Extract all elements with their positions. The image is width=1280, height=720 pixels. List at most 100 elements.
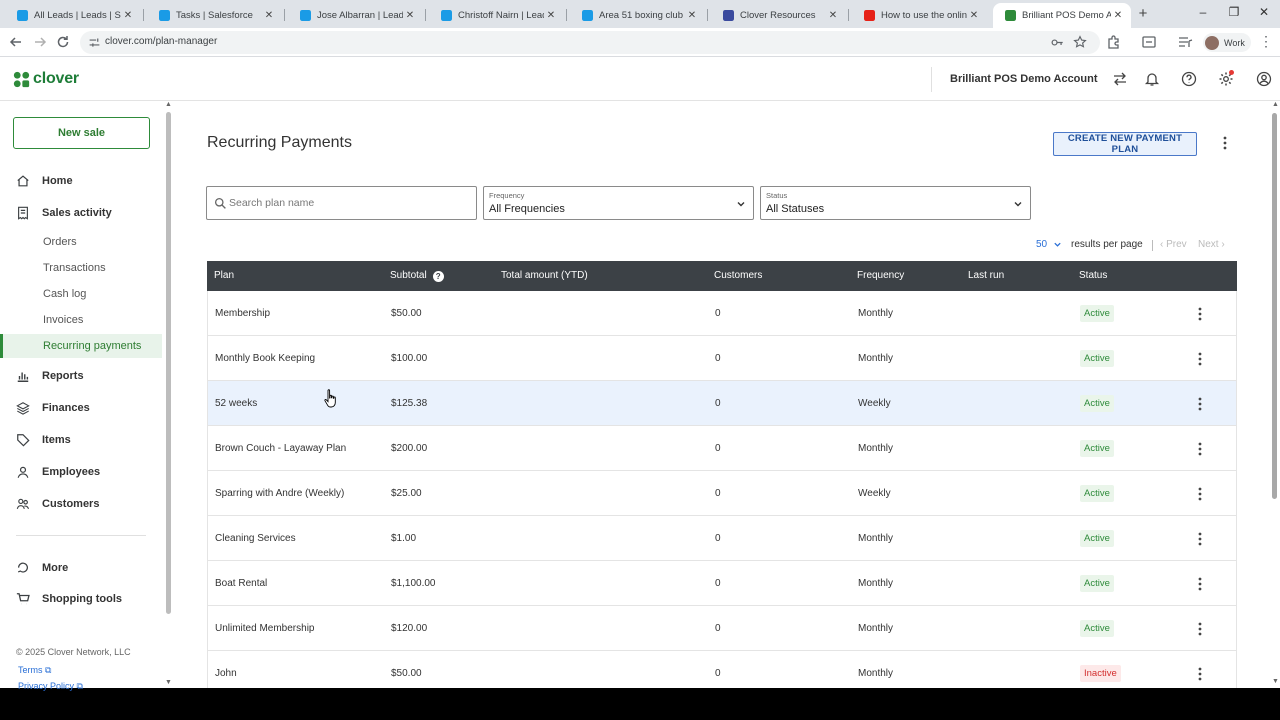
- table-row[interactable]: Membership $50.00 0 Monthly Active: [207, 291, 1237, 336]
- profile-chip[interactable]: Work: [1203, 33, 1251, 52]
- tab-close-icon[interactable]: ✕: [1111, 10, 1125, 21]
- tab-close-icon[interactable]: ✕: [121, 10, 135, 21]
- browser-tab[interactable]: Clover Resources ✕: [711, 3, 846, 28]
- bell-icon[interactable]: [1144, 71, 1160, 87]
- column-header-plan[interactable]: Plan: [214, 270, 234, 281]
- sidebar-item-reports[interactable]: Reports: [0, 364, 162, 388]
- new-sale-button[interactable]: New sale: [13, 117, 150, 149]
- sidebar-item-transactions[interactable]: Transactions: [0, 256, 162, 280]
- table-row[interactable]: Cleaning Services $1.00 0 Monthly Active: [207, 516, 1237, 561]
- table-row[interactable]: Sparring with Andre (Weekly) $25.00 0 Weekl…: [207, 471, 1237, 516]
- sidebar-item-orders[interactable]: Orders: [0, 230, 162, 254]
- status-select[interactable]: Status All Statuses: [760, 186, 1031, 220]
- frequency-select[interactable]: Frequency All Frequencies: [483, 186, 754, 220]
- chevron-down-icon[interactable]: [1053, 240, 1062, 249]
- sidebar-item-sales-activity[interactable]: Sales activity: [0, 201, 162, 225]
- sidebar-item-employees[interactable]: Employees: [0, 460, 162, 484]
- tab-close-icon[interactable]: ✕: [262, 10, 276, 21]
- scroll-up-arrow-icon[interactable]: ▲: [1272, 101, 1279, 108]
- main-scroll-thumb[interactable]: [1272, 113, 1277, 499]
- table-row[interactable]: Unlimited Membership $120.00 0 Monthly Activ…: [207, 606, 1237, 651]
- user-account-icon[interactable]: [1256, 71, 1272, 87]
- row-more-options-icon[interactable]: [1194, 351, 1206, 367]
- sidebar-item-more[interactable]: More: [0, 556, 162, 580]
- row-more-options-icon[interactable]: [1194, 396, 1206, 412]
- browser-tab[interactable]: How to use the online payments✕: [852, 3, 987, 28]
- tab-close-icon[interactable]: ✕: [403, 10, 417, 21]
- browser-tab[interactable]: Brilliant POS Demo Account✕: [993, 3, 1131, 28]
- table-row[interactable]: Boat Rental $1,100.00 0 Monthly Active: [207, 561, 1237, 606]
- address-bar[interactable]: clover.com/plan-manager: [80, 31, 1100, 54]
- per-page-select[interactable]: 50: [1036, 239, 1047, 250]
- account-name[interactable]: Brilliant POS Demo Account: [950, 73, 1098, 85]
- sidebar-item-finances[interactable]: Finances: [0, 396, 162, 420]
- help-icon[interactable]: [1181, 71, 1197, 87]
- table-row[interactable]: Brown Couch - Layaway Plan $200.00 0 Monthl…: [207, 426, 1237, 471]
- forward-arrow-icon[interactable]: [32, 34, 48, 50]
- help-icon[interactable]: ?: [432, 271, 444, 282]
- tab-search-icon[interactable]: [1141, 34, 1157, 50]
- minimize-icon[interactable]: –: [1195, 5, 1211, 19]
- row-more-options-icon[interactable]: [1194, 531, 1206, 547]
- browser-tab[interactable]: Tasks | Salesforce ✕: [147, 3, 282, 28]
- sidebar-item-home[interactable]: Home: [0, 169, 162, 193]
- site-info-icon[interactable]: [88, 36, 101, 49]
- search-input[interactable]: [229, 195, 469, 211]
- sidebar-item-cash-log[interactable]: Cash log: [0, 282, 162, 306]
- password-key-icon[interactable]: [1050, 36, 1064, 49]
- new-tab-button[interactable]: +: [1136, 5, 1150, 22]
- tab-close-icon[interactable]: ✕: [826, 10, 840, 21]
- clover-logo[interactable]: clover: [13, 70, 79, 88]
- column-header-status[interactable]: Status: [1079, 270, 1107, 281]
- table-row[interactable]: Monthly Book Keeping $100.00 0 Monthly Activ…: [207, 336, 1237, 381]
- table-row[interactable]: 52 weeks $125.38 0 Weekly Active: [207, 381, 1237, 426]
- switch-arrows-icon[interactable]: [1112, 71, 1128, 87]
- browser-tab[interactable]: All Leads | Leads | Salesforce✕: [5, 3, 141, 28]
- extensions-icon[interactable]: [1106, 34, 1122, 50]
- terms-link[interactable]: Terms ⧉: [18, 665, 51, 676]
- maximize-icon[interactable]: ❐: [1226, 5, 1242, 19]
- column-header-frequency[interactable]: Frequency: [857, 270, 904, 281]
- browser-menu-icon[interactable]: ⋮: [1259, 34, 1273, 48]
- row-more-options-icon[interactable]: [1194, 621, 1206, 637]
- table-row[interactable]: John $50.00 0 Monthly Inactive: [207, 651, 1237, 688]
- media-controls-icon[interactable]: [1177, 34, 1193, 50]
- column-header-subtotal[interactable]: Subtotal?: [390, 270, 444, 282]
- scroll-up-arrow-icon[interactable]: ▲: [165, 101, 172, 108]
- prev-page-button[interactable]: ‹ Prev: [1160, 239, 1187, 250]
- row-more-options-icon[interactable]: [1194, 306, 1206, 322]
- privacy-link[interactable]: Privacy Policy ⧉: [18, 681, 83, 692]
- browser-tab[interactable]: Jose Albarran | Lead | Salesforce✕: [288, 3, 423, 28]
- close-window-icon[interactable]: ✕: [1256, 5, 1272, 19]
- scroll-down-arrow-icon[interactable]: ▼: [165, 679, 172, 686]
- row-more-options-icon[interactable]: [1194, 666, 1206, 682]
- reload-icon[interactable]: [55, 34, 71, 50]
- sidebar-item-items[interactable]: Items: [0, 428, 162, 452]
- sidebar-item-customers[interactable]: Customers: [0, 492, 162, 516]
- sidebar-scrollbar[interactable]: ▲ ▼: [164, 101, 173, 688]
- column-header-total-ytd[interactable]: Total amount (YTD): [501, 270, 588, 281]
- next-page-button[interactable]: Next ›: [1198, 239, 1225, 250]
- row-more-options-icon[interactable]: [1194, 486, 1206, 502]
- table-body: Membership $50.00 0 Monthly Active Monthly Bo…: [207, 291, 1237, 688]
- browser-tab[interactable]: Area 51 boxing club | Account✕: [570, 3, 705, 28]
- bookmark-star-icon[interactable]: [1073, 35, 1087, 49]
- main-scrollbar[interactable]: ▲ ▼: [1270, 101, 1280, 688]
- back-arrow-icon[interactable]: [8, 34, 24, 50]
- row-more-options-icon[interactable]: [1194, 441, 1206, 457]
- sidebar-item-shopping-tools[interactable]: Shopping tools: [0, 587, 162, 611]
- tab-close-icon[interactable]: ✕: [685, 10, 699, 21]
- scroll-down-arrow-icon[interactable]: ▼: [1272, 678, 1279, 685]
- sidebar-scroll-thumb[interactable]: [166, 112, 171, 614]
- browser-tab[interactable]: Christoff Nairn | Lead | Salesforce✕: [429, 3, 564, 28]
- sidebar-item-invoices[interactable]: Invoices: [0, 308, 162, 332]
- more-options-icon[interactable]: [1219, 135, 1231, 151]
- column-header-last-run[interactable]: Last run: [968, 270, 1004, 281]
- tab-close-icon[interactable]: ✕: [544, 10, 558, 21]
- search-field[interactable]: [206, 186, 477, 220]
- tab-close-icon[interactable]: ✕: [967, 10, 981, 21]
- column-header-customers[interactable]: Customers: [714, 270, 762, 281]
- create-payment-plan-button[interactable]: CREATE NEW PAYMENT PLAN: [1053, 132, 1197, 156]
- sidebar-item-recurring-payments[interactable]: Recurring payments: [0, 334, 162, 358]
- row-more-options-icon[interactable]: [1194, 576, 1206, 592]
